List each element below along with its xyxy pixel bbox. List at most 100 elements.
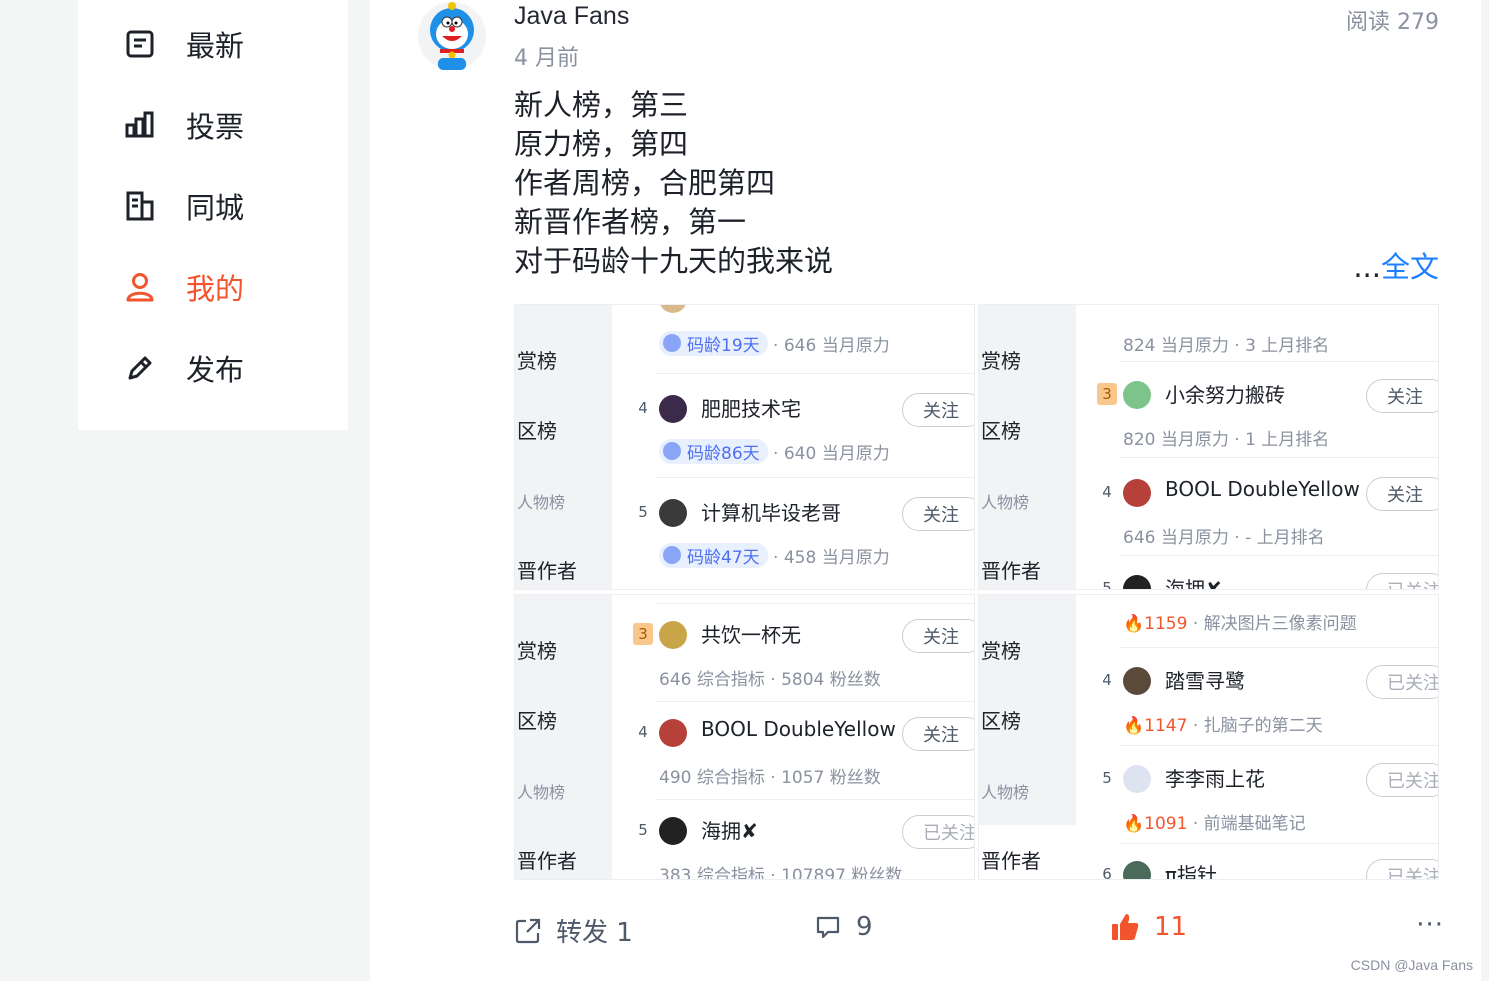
row-meta: · 458 当月原力 (773, 548, 890, 568)
side-label: 晋作者 (517, 559, 577, 583)
full-text-label: 全文 (1380, 250, 1439, 284)
user-name: 李李雨上花 (1165, 767, 1265, 791)
side-label: 区榜 (517, 419, 557, 443)
image-thumbnail[interactable]: 赏榜 区榜 人物榜 晋作者 3 共饮一杯无 关注 646 综合指标 · 5804… (514, 594, 975, 880)
side-label: 晋作者 (981, 559, 1041, 583)
user-avatar (1123, 479, 1151, 507)
list-item: 4 肥肥技术宅 关注 码龄86天 · 640 当月原力 (635, 385, 974, 475)
rank-number: 4 (1102, 483, 1112, 501)
sidebar-item-vote[interactable]: 投票 (78, 95, 348, 155)
side-label: 区榜 (517, 709, 557, 733)
side-label: 赏榜 (981, 639, 1021, 663)
fire-icon: 🔥 (1123, 614, 1145, 634)
row-meta: 383 综合指标 · 107897 粉丝数 (659, 866, 903, 880)
side-label: 人物榜 (981, 493, 1030, 512)
divider (655, 799, 974, 800)
divider (655, 373, 974, 374)
share-icon (515, 918, 541, 943)
list-item: 6 π指针 已关注 (1099, 851, 1438, 880)
sidebar-item-city[interactable]: 同城 (78, 176, 348, 236)
scrollbar[interactable] (1481, 0, 1489, 981)
side-label: 人物榜 (517, 783, 566, 802)
image-grid: 赏榜 区榜 人物榜 晋作者 码龄19天 · 646 当月原力 4 肥肥技术宅 关… (514, 304, 1439, 880)
comment-count: 9 (856, 912, 873, 942)
sidebar-item-label: 我的 (186, 272, 245, 306)
post-time: 4 月前 (514, 46, 579, 71)
list-item: 824 当月原力 · 3 上月排名 (1099, 305, 1438, 367)
user-name: 计算机毕设老哥 (701, 501, 841, 525)
side-label: 晋作者 (517, 849, 577, 873)
divider (1119, 843, 1438, 844)
side-label: 人物榜 (981, 783, 1030, 802)
list-item: 4 踏雪寻鹭 已关注 🔥1147 · 扎脑子的第二天 (1099, 657, 1438, 747)
follow-button: 关注 (902, 393, 974, 427)
list-item: 5 计算机毕设老哥 关注 码龄47天 · 458 当月原力 (635, 489, 974, 579)
content-line: 作者周榜，合肥第四 (514, 166, 776, 200)
share-button[interactable]: 转发 1 (514, 912, 633, 949)
fire-icon: 🔥 (1123, 814, 1145, 834)
rank-number: 5 (1102, 579, 1112, 590)
user-avatar (659, 719, 687, 747)
sidebar-item-publish[interactable]: 发布 (78, 338, 348, 398)
sidebar: 最新 投票 同城 我的 发布 (78, 0, 348, 430)
follow-button: 关注 (1366, 379, 1438, 413)
rank-number: 6 (1102, 865, 1112, 880)
list-item: 码龄19天 · 646 当月原力 (635, 305, 974, 365)
list-item: 5 李李雨上花 已关注 🔥1091 · 前端基础笔记 (1099, 755, 1438, 845)
comment-button[interactable]: 9 (814, 912, 873, 942)
sidebar-item-latest[interactable]: 最新 (78, 14, 348, 74)
image-thumbnail[interactable]: 赏榜 区榜 人物榜 晋作者 🔥1159 · 解决图片三像素问题 4 踏雪寻鹭 已… (978, 594, 1439, 880)
rank-number: 5 (1102, 769, 1112, 787)
divider (1119, 745, 1438, 746)
rank-medal: 3 (1097, 383, 1117, 405)
hot-value: 1159 (1144, 614, 1188, 634)
row-meta: 824 当月原力 · 3 上月排名 (1123, 336, 1330, 356)
user-avatar (659, 817, 687, 845)
user-avatar (659, 621, 687, 649)
content-line: 对于码龄十九天的我来说 (514, 244, 834, 278)
list-item: 5 海拥✘ 已关注 383 综合指标 · 107897 粉丝数 (635, 807, 974, 880)
row-meta: · 扎脑子的第二天 (1192, 716, 1323, 736)
expand-full-text-link[interactable]: ...全文 (1353, 244, 1439, 286)
follow-button: 关注 (1366, 477, 1438, 511)
image-thumbnail[interactable]: 赏榜 区榜 人物榜 晋作者 码龄19天 · 646 当月原力 4 肥肥技术宅 关… (514, 304, 975, 590)
user-avatar (1123, 861, 1151, 879)
row-meta: 646 综合指标 · 5804 粉丝数 (659, 670, 881, 690)
post-card: Java Fans 4 月前 阅读 279 新人榜，第三 原力榜，第四 作者周榜… (370, 0, 1481, 981)
content-line: 新人榜，第三 (514, 88, 689, 122)
latest-icon (122, 26, 158, 62)
author-name[interactable]: Java Fans (514, 2, 629, 31)
user-name: BOOL DoubleYellow (701, 717, 896, 741)
follow-button: 关注 (902, 717, 974, 751)
more-options-button[interactable]: ··· (1416, 910, 1444, 940)
divider (1119, 555, 1438, 556)
hot-value: 1147 (1144, 716, 1188, 736)
user-name: π指针 (1165, 863, 1218, 880)
user-avatar (659, 499, 687, 527)
follow-button: 关注 (902, 619, 974, 653)
avatar[interactable] (414, 0, 490, 72)
rank-number: 4 (638, 399, 648, 417)
user-avatar (1123, 575, 1151, 589)
side-label: 赏榜 (517, 349, 557, 373)
sidebar-item-mine[interactable]: 我的 (78, 257, 348, 317)
list-item: 🔥1159 · 解决图片三像素问题 (1099, 595, 1438, 645)
followed-button: 已关注 (1366, 573, 1438, 589)
image-thumbnail[interactable]: 赏榜 区榜 人物榜 晋作者 824 当月原力 · 3 上月排名 3 小余努力搬砖… (978, 304, 1439, 590)
row-meta: 646 当月原力 · - 上月排名 (1123, 528, 1325, 548)
like-button[interactable]: 11 (1110, 912, 1187, 942)
sidebar-item-label: 最新 (186, 29, 245, 63)
watermark: CSDN @Java Fans (1350, 957, 1473, 973)
user-name: 海拥✘ (1165, 577, 1222, 590)
list-item: 4 BOOL DoubleYellow 关注 490 综合指标 · 1057 粉… (635, 709, 974, 799)
divider (1119, 647, 1438, 648)
user-name: 小余努力搬砖 (1165, 383, 1285, 407)
edit-icon (122, 350, 158, 386)
user-avatar (1123, 765, 1151, 793)
user-avatar (1123, 667, 1151, 695)
list-item: 4 BOOL DoubleYellow 关注 646 当月原力 · - 上月排名 (1099, 469, 1438, 559)
follow-button: 关注 (902, 497, 974, 531)
side-label: 晋作者 (981, 849, 1041, 873)
comment-icon (816, 916, 840, 939)
user-name: BOOL DoubleYellow (1165, 477, 1360, 501)
